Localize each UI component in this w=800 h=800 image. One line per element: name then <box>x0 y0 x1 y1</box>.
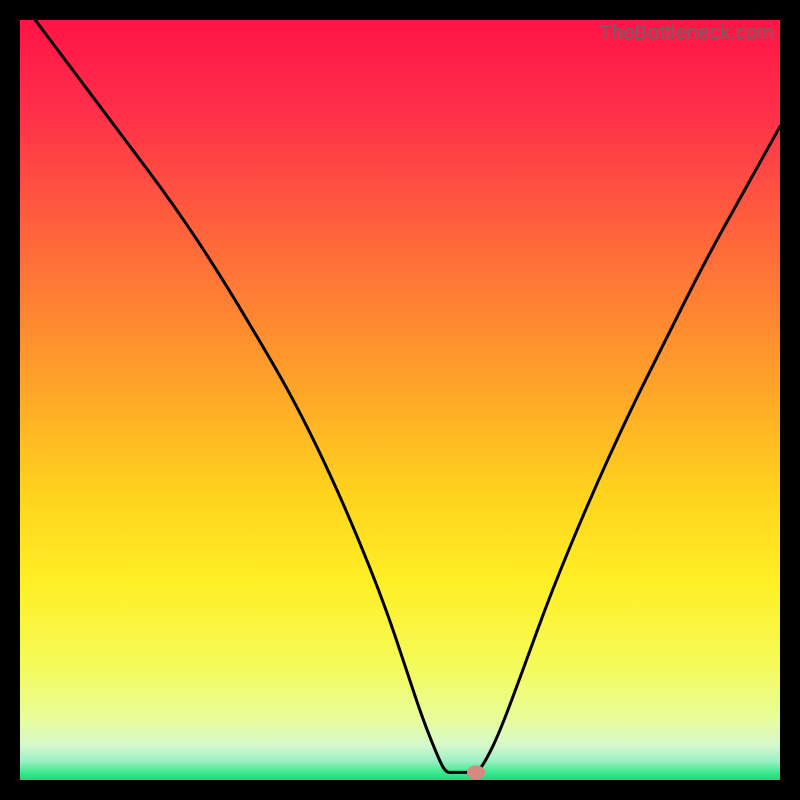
gradient-background <box>20 20 780 780</box>
plot-area: TheBottleneck.com <box>20 20 780 780</box>
watermark-label: TheBottleneck.com <box>599 22 774 45</box>
optimal-point-marker <box>467 765 485 779</box>
chart-frame: TheBottleneck.com <box>20 20 780 780</box>
bottleneck-chart <box>20 20 780 780</box>
